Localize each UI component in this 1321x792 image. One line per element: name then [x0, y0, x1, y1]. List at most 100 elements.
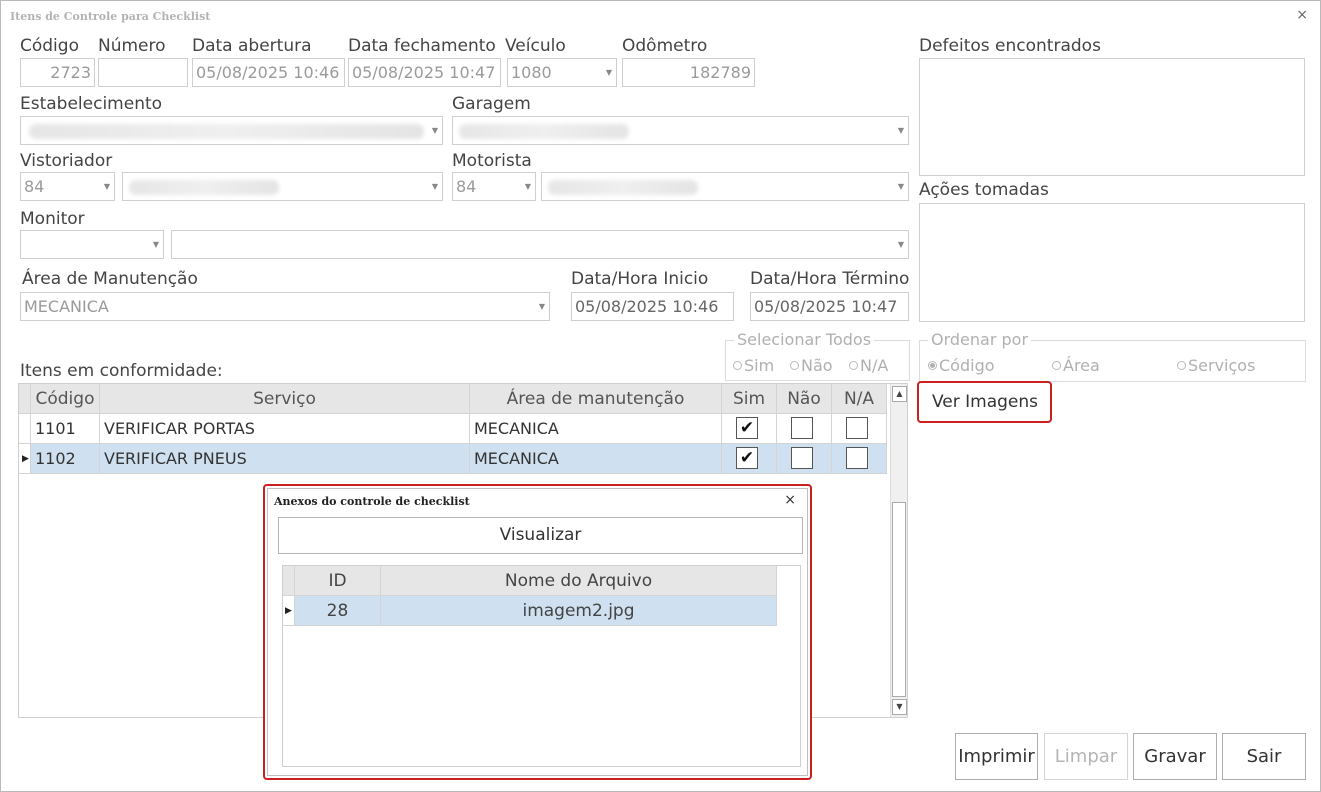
header-id[interactable]: ID [295, 566, 381, 596]
ordenar-por-title: Ordenar por [928, 330, 1032, 349]
monitor-code-select[interactable]: ▼ [20, 230, 164, 259]
chevron-down-icon: ▼ [605, 68, 612, 77]
veiculo-select[interactable]: 1080 ▼ [507, 58, 617, 87]
header-sim[interactable]: Sim [722, 384, 777, 414]
sair-button[interactable]: Sair [1222, 733, 1306, 780]
numero-label: Número [98, 36, 166, 56]
cell-servico: VERIFICAR PORTAS [100, 414, 470, 444]
redacted-value [129, 180, 279, 195]
header-servico[interactable]: Serviço [100, 384, 470, 414]
cell-sim: ✔ [722, 414, 777, 444]
data-fechamento-label: Data fechamento [348, 36, 496, 56]
radio-selected-icon [928, 361, 937, 370]
area-manutencao-select[interactable]: MECANICA ▼ [20, 292, 550, 321]
row-pointer-icon: ▶ [285, 606, 292, 616]
row-indicator: ▶ [19, 444, 31, 474]
scroll-thumb[interactable] [892, 502, 906, 697]
table-row-selected[interactable]: ▶ 1102 VERIFICAR PNEUS MECANICA ✔ [19, 444, 887, 474]
sim-checkbox[interactable]: ✔ [736, 417, 758, 439]
codigo-label: Código [20, 36, 79, 56]
radio-sim[interactable]: Sim [733, 356, 774, 375]
data-hora-termino-label: Data/Hora Término [750, 269, 910, 289]
cell-codigo: 1102 [31, 444, 100, 474]
gravar-button[interactable]: Gravar [1133, 733, 1217, 780]
chevron-down-icon: ▼ [897, 126, 904, 135]
grid-header-indicator [19, 384, 31, 414]
cell-nome-arquivo[interactable]: imagem2.jpg [381, 596, 777, 626]
monitor-name-select[interactable]: ▼ [171, 230, 909, 259]
estabelecimento-select[interactable]: ▼ [20, 116, 443, 145]
sim-checkbox[interactable]: ✔ [736, 447, 758, 469]
radio-area[interactable]: Área [1052, 356, 1100, 375]
data-abertura-field[interactable]: 05/08/2025 10:46 [192, 58, 345, 87]
grid-scrollbar[interactable]: ▲ ▼ [890, 384, 907, 717]
imprimir-button[interactable]: Imprimir [955, 733, 1038, 780]
chevron-down-icon: ▼ [897, 240, 904, 249]
radio-na[interactable]: N/A [849, 356, 888, 375]
cell-nao [777, 444, 832, 474]
na-checkbox[interactable] [846, 417, 868, 439]
table-row[interactable]: 1101 VERIFICAR PORTAS MECANICA ✔ [19, 414, 887, 444]
motorista-code-select[interactable]: 84 ▼ [452, 172, 536, 201]
limpar-button[interactable]: Limpar [1044, 733, 1128, 780]
na-checkbox[interactable] [846, 447, 868, 469]
motorista-name-select[interactable]: ▼ [541, 172, 909, 201]
header-area[interactable]: Área de manutenção [470, 384, 722, 414]
radio-nao[interactable]: Não [790, 356, 833, 375]
close-icon[interactable]: × [784, 492, 796, 508]
garagem-select[interactable]: ▼ [452, 116, 909, 145]
cell-nao [777, 414, 832, 444]
vistoriador-code: 84 [24, 177, 45, 196]
chevron-down-icon: ▼ [431, 182, 438, 191]
row-pointer-icon: ▶ [22, 454, 29, 464]
chevron-down-icon: ▼ [524, 182, 531, 191]
chevron-down-icon: ▼ [103, 182, 110, 191]
header-na[interactable]: N/A [832, 384, 887, 414]
radio-icon [1052, 361, 1061, 370]
cell-servico: VERIFICAR PNEUS [100, 444, 470, 474]
visualizar-button[interactable]: Visualizar [278, 517, 803, 554]
acoes-textarea[interactable] [919, 203, 1305, 322]
data-hora-termino-field[interactable]: 05/08/2025 10:47 [750, 292, 909, 321]
nao-checkbox[interactable] [791, 447, 813, 469]
area-manutencao-value: MECANICA [24, 297, 109, 316]
data-hora-inicio-field[interactable]: 05/08/2025 10:46 [571, 292, 734, 321]
cell-na [832, 444, 887, 474]
close-icon[interactable]: × [1296, 7, 1308, 23]
cell-area: MECANICA [470, 444, 722, 474]
radio-label: Serviços [1188, 356, 1256, 375]
defeitos-label: Defeitos encontrados [919, 36, 1101, 56]
radio-codigo[interactable]: Código [928, 356, 995, 375]
nao-checkbox[interactable] [791, 417, 813, 439]
veiculo-value: 1080 [511, 63, 552, 82]
radio-servicos[interactable]: Serviços [1177, 356, 1255, 375]
header-nao[interactable]: Não [777, 384, 832, 414]
odometro-field[interactable]: 182789 [622, 58, 755, 87]
radio-label: N/A [860, 356, 889, 375]
header-nome-arquivo[interactable]: Nome do Arquivo [381, 566, 777, 596]
vistoriador-code-select[interactable]: 84 ▼ [20, 172, 115, 201]
header-codigo[interactable]: Código [31, 384, 100, 414]
highlight-box [917, 381, 1052, 423]
chevron-down-icon: ▼ [431, 126, 438, 135]
radio-label: Código [939, 356, 995, 375]
numero-field[interactable] [98, 58, 188, 87]
vistoriador-label: Vistoriador [20, 151, 113, 171]
vistoriador-name-select[interactable]: ▼ [122, 172, 443, 201]
cell-id[interactable]: 28 [295, 596, 381, 626]
chevron-down-icon: ▼ [538, 302, 545, 311]
redacted-value [548, 180, 698, 195]
codigo-field[interactable]: 2723 [20, 58, 95, 87]
estabelecimento-label: Estabelecimento [20, 94, 163, 114]
odometro-label: Odômetro [622, 36, 708, 56]
dialog-title: Anexos do controle de checklist [274, 495, 470, 508]
defeitos-textarea[interactable] [919, 58, 1305, 176]
radio-icon [1177, 361, 1186, 370]
radio-label: Área [1063, 356, 1100, 375]
cell-sim: ✔ [722, 444, 777, 474]
scroll-up-icon[interactable]: ▲ [892, 386, 907, 402]
scroll-down-icon[interactable]: ▼ [892, 699, 907, 715]
radio-icon [790, 361, 799, 370]
cell-codigo: 1101 [31, 414, 100, 444]
data-fechamento-field[interactable]: 05/08/2025 10:47 [348, 58, 501, 87]
